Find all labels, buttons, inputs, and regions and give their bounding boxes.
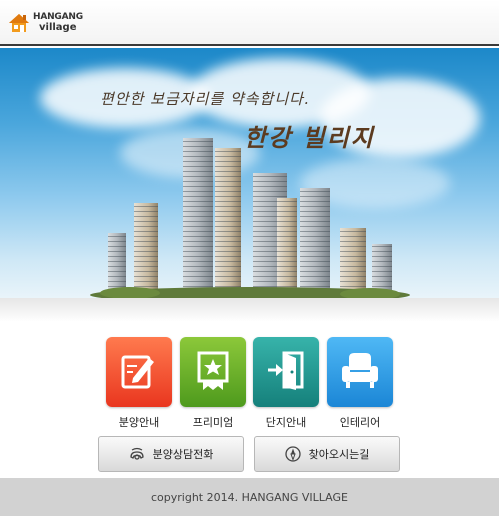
door-enter-icon xyxy=(268,351,304,390)
hero-banner: 편안한 보금자리를 약속합니다. 한강 빌리지 xyxy=(0,48,499,298)
award-ribbon-icon xyxy=(197,351,229,390)
logo[interactable]: HANGANG village xyxy=(8,10,83,36)
menu-label: 분양안내 xyxy=(118,416,160,429)
menu-item-premium[interactable]: 프리미엄 xyxy=(180,337,246,429)
footer: copyright 2014. HANGANG VILLAGE xyxy=(0,478,499,516)
logo-title: HANGANG xyxy=(33,12,83,22)
armchair-icon xyxy=(342,353,378,388)
apartment-skyline-illustration xyxy=(90,138,410,298)
menu-item-interior[interactable]: 인테리어 xyxy=(327,337,393,429)
compass-icon xyxy=(284,446,301,462)
phone-icon xyxy=(129,446,145,462)
menu-item-sales-info[interactable]: 분양안내 xyxy=(106,337,172,429)
directions-label: 찾아오시는길 xyxy=(308,448,370,461)
sales-call-label: 분양상담전화 xyxy=(152,448,214,461)
header: HANGANG village xyxy=(0,0,499,46)
menu-label: 단지안내 xyxy=(265,416,307,429)
house-icon xyxy=(8,12,30,34)
menu-item-complex-info[interactable]: 단지안내 xyxy=(253,337,319,429)
copyright-text: copyright 2014. HANGANG VILLAGE xyxy=(150,490,348,504)
sales-call-button[interactable]: 분양상담전화 xyxy=(98,436,244,472)
hero-title: 한강 빌리지 xyxy=(244,123,375,152)
main-menu: 분양안내 프리미엄 단지안내 인테리어 xyxy=(0,337,499,429)
menu-label: 인테리어 xyxy=(339,416,381,429)
menu-label: 프리미엄 xyxy=(192,416,234,429)
hero-reflection xyxy=(0,298,499,322)
logo-subtitle: village xyxy=(39,22,77,33)
directions-button[interactable]: 찾아오시는길 xyxy=(254,436,400,472)
hero-slogan: 편안한 보금자리를 약속합니다. xyxy=(100,90,310,108)
pencil-note-icon xyxy=(121,355,154,389)
